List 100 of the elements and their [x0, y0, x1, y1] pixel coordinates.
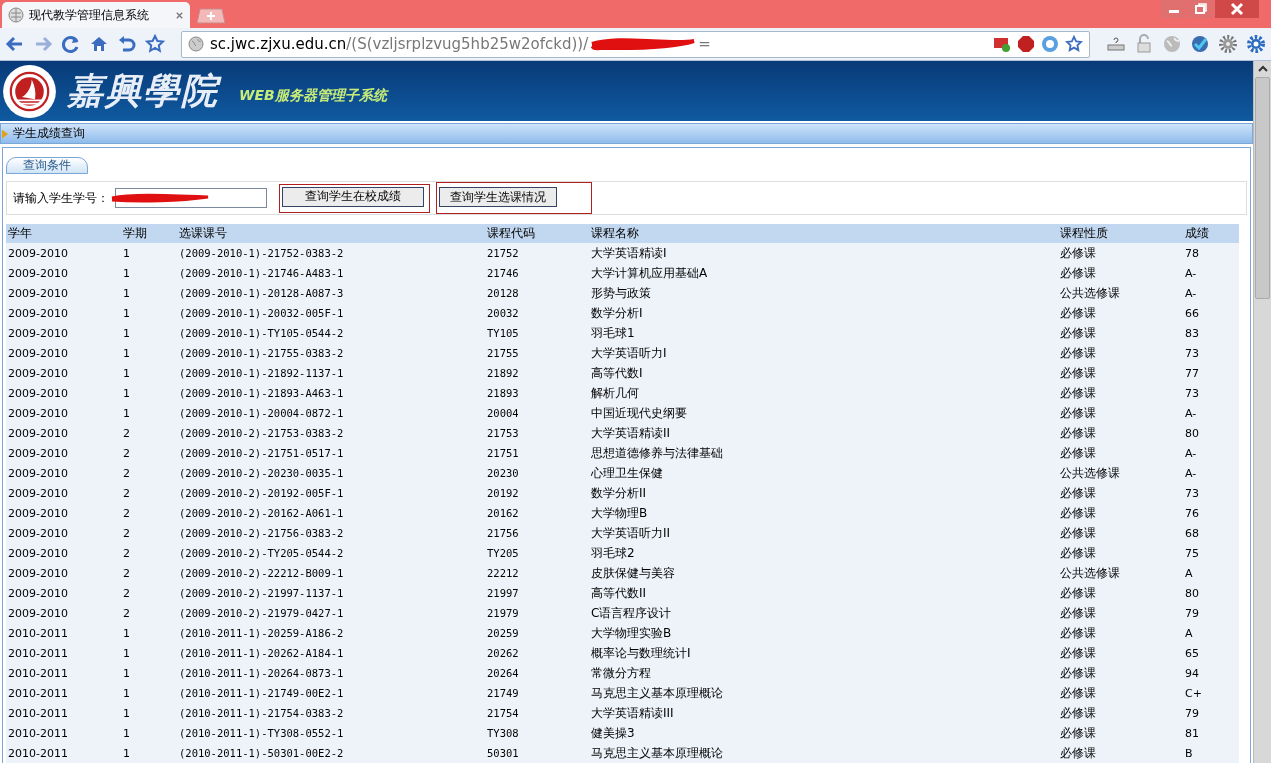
table-cell: 2009-2010 — [6, 543, 121, 563]
table-cell: 21893 — [485, 383, 589, 403]
scrollbar[interactable] — [1253, 61, 1271, 763]
checkmark-icon[interactable] — [1190, 34, 1210, 54]
table-cell: 2 — [121, 603, 177, 623]
table-cell: 思想道德修养与法律基础 — [589, 443, 1058, 463]
table-cell: 必修课 — [1058, 523, 1183, 543]
table-cell: 20128 — [485, 283, 589, 303]
table-cell: 79 — [1183, 703, 1239, 723]
home-icon[interactable] — [89, 34, 109, 54]
table-cell: (2009-2010-1)-21752-0383-2 — [177, 243, 485, 263]
undo-icon[interactable] — [117, 34, 137, 54]
table-cell: 2009-2010 — [6, 243, 121, 263]
table-cell: 必修课 — [1058, 603, 1183, 623]
table-cell: 皮肤保健与美容 — [589, 563, 1058, 583]
minimize-icon[interactable] — [1161, 0, 1187, 18]
table-cell: TY308 — [485, 723, 589, 743]
table-cell: 2 — [121, 483, 177, 503]
table-cell: (2009-2010-2)-21756-0383-2 — [177, 523, 485, 543]
table-cell: 1 — [121, 343, 177, 363]
star-icon[interactable] — [145, 34, 165, 54]
back-icon[interactable] — [5, 34, 25, 54]
scroll-thumb[interactable] — [1255, 77, 1270, 299]
table-cell: 21751 — [485, 443, 589, 463]
settings-icon[interactable] — [1218, 34, 1238, 54]
keyboard-icon[interactable] — [1106, 34, 1126, 54]
table-cell: 1 — [121, 683, 177, 703]
table-cell: 必修课 — [1058, 743, 1183, 763]
table-cell: 21979 — [485, 603, 589, 623]
table-cell: 2009-2010 — [6, 503, 121, 523]
table-cell: 公共选修课 — [1058, 283, 1183, 303]
table-cell: (2010-2011-1)-20262-A184-1 — [177, 643, 485, 663]
table-cell: 必修课 — [1058, 503, 1183, 523]
table-cell: 21754 — [485, 703, 589, 723]
table-cell: 羽毛球2 — [589, 543, 1058, 563]
table-cell: (2010-2011-1)-21749-00E2-1 — [177, 683, 485, 703]
table-cell: 20259 — [485, 623, 589, 643]
table-cell: A — [1183, 563, 1239, 583]
column-header: 学年 — [6, 224, 121, 243]
table-cell: (2009-2010-1)-TY105-0544-2 — [177, 323, 485, 343]
table-cell: 2010-2011 — [6, 663, 121, 683]
table-cell: 2009-2010 — [6, 363, 121, 383]
table-cell: 2 — [121, 523, 177, 543]
table-cell: 21756 — [485, 523, 589, 543]
table-cell: (2009-2010-2)-20230-0035-1 — [177, 463, 485, 483]
table-cell: 1 — [121, 663, 177, 683]
address-bar[interactable]: sc.jwc.zjxu.edu.cn/(S(vzljsrplzvug5hb25w2ofckd))/ = — [181, 30, 1090, 58]
restore-icon[interactable] — [1188, 0, 1214, 18]
table-cell: (2010-2011-1)-TY308-0552-1 — [177, 723, 485, 743]
table-cell: 2009-2010 — [6, 603, 121, 623]
photo-icon[interactable] — [993, 35, 1011, 53]
table-cell: (2009-2010-1)-21893-A463-1 — [177, 383, 485, 403]
table-cell: 2009-2010 — [6, 583, 121, 603]
table-cell: 75 — [1183, 543, 1239, 563]
scroll-up-icon[interactable] — [1256, 65, 1269, 73]
table-cell: 81 — [1183, 723, 1239, 743]
table-cell: (2009-2010-1)-20128-A087-3 — [177, 283, 485, 303]
new-tab-button[interactable] — [196, 8, 226, 24]
table-cell: 1 — [121, 623, 177, 643]
table-cell: 1 — [121, 743, 177, 763]
table-cell: 94 — [1183, 663, 1239, 683]
query-courses-button[interactable]: 查询学生选课情况 — [439, 187, 557, 207]
table-cell: 77 — [1183, 363, 1239, 383]
query-grades-button[interactable]: 查询学生在校成绩 — [282, 186, 424, 207]
ring-icon[interactable] — [1041, 35, 1059, 53]
table-cell: 20162 — [485, 503, 589, 523]
table-cell: 66 — [1183, 303, 1239, 323]
table-cell: A- — [1183, 403, 1239, 423]
table-cell: 大学英语听力I — [589, 343, 1058, 363]
close-icon[interactable] — [175, 10, 184, 20]
table-cell: (2009-2010-2)-21997-1137-1 — [177, 583, 485, 603]
table-cell: 21753 — [485, 423, 589, 443]
table-cell: 21892 — [485, 363, 589, 383]
table-cell: 83 — [1183, 323, 1239, 343]
reload-icon[interactable] — [61, 34, 81, 54]
table-cell: 50301 — [485, 743, 589, 763]
query-tab[interactable]: 查询条件 — [6, 157, 88, 174]
table-cell: 心理卫生保健 — [589, 463, 1058, 483]
table-cell: 必修课 — [1058, 483, 1183, 503]
stop-sign-icon[interactable] — [1017, 35, 1035, 53]
table-cell: 1 — [121, 243, 177, 263]
star-icon[interactable] — [1065, 35, 1083, 53]
table-cell: 1 — [121, 283, 177, 303]
browser-tab[interactable]: 现代教学管理信息系统 — [2, 2, 190, 28]
table-cell: 2009-2010 — [6, 283, 121, 303]
column-header: 课程名称 — [589, 224, 1058, 243]
settings-icon[interactable] — [1246, 34, 1266, 54]
table-cell: 2009-2010 — [6, 343, 121, 363]
table-cell: 必修课 — [1058, 683, 1183, 703]
table-cell: 2009-2010 — [6, 403, 121, 423]
close-icon[interactable] — [1215, 0, 1259, 18]
table-cell: 大学计算机应用基础A — [589, 263, 1058, 283]
table-cell: 1 — [121, 363, 177, 383]
table-cell: 必修课 — [1058, 623, 1183, 643]
table-cell: 1 — [121, 703, 177, 723]
table-cell: 2009-2010 — [6, 303, 121, 323]
table-cell: (2009-2010-2)-21979-0427-1 — [177, 603, 485, 623]
table-cell: 健美操3 — [589, 723, 1058, 743]
table-cell: 2009-2010 — [6, 383, 121, 403]
table-cell: 高等代数I — [589, 363, 1058, 383]
